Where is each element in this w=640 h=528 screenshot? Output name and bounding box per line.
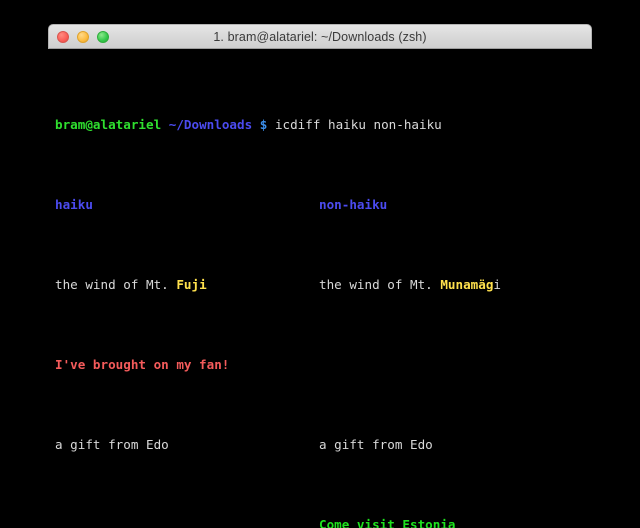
- command-prompt-line: bram@alatariel ~/Downloads $ icdiff haik…: [48, 117, 592, 133]
- close-button-icon[interactable]: [57, 30, 69, 43]
- minimize-button-icon[interactable]: [77, 30, 89, 43]
- diff-right-cell: a gift from Edo: [319, 437, 433, 453]
- prompt-user-host: bram@alatariel: [55, 117, 162, 132]
- diff-row: Come visit Estonia: [48, 517, 592, 528]
- zoom-button-icon[interactable]: [97, 30, 109, 43]
- terminal-content: bram@alatariel ~/Downloads $ icdiff haik…: [48, 53, 592, 528]
- diff-left-pre: the wind of Mt.: [55, 277, 177, 292]
- diff-right-cell: Come visit Estonia: [319, 517, 455, 528]
- diff-left-header: haiku: [55, 197, 93, 212]
- window-title: 1. bram@alatariel: ~/Downloads (zsh): [213, 29, 427, 44]
- diff-left-highlight: Fuji: [176, 277, 207, 292]
- window-controls: [49, 30, 109, 43]
- terminal-body[interactable]: bram@alatariel ~/Downloads $ icdiff haik…: [48, 49, 592, 528]
- diff-row: the wind of Mt. Fuji the wind of Mt. Muna…: [48, 277, 592, 293]
- diff-row: a gift from Edo a gift from Edo: [48, 437, 592, 453]
- prompt-path: ~/Downloads: [168, 117, 253, 132]
- prompt-space-1: [161, 117, 169, 132]
- diff-right-pre: Come visit Estonia: [319, 517, 456, 528]
- terminal-window: 1. bram@alatariel: ~/Downloads (zsh) bra…: [48, 24, 592, 528]
- prompt-space-3: [267, 117, 275, 132]
- diff-right-pre: a gift from Edo: [319, 437, 433, 452]
- command-text: icdiff haiku non-haiku: [274, 117, 442, 132]
- diff-right-pre: the wind of Mt.: [319, 277, 441, 292]
- window-titlebar[interactable]: 1. bram@alatariel: ~/Downloads (zsh): [48, 24, 592, 49]
- diff-left-pre: a gift from Edo: [55, 437, 169, 452]
- diff-right-cell: the wind of Mt. Munamägi: [319, 277, 501, 293]
- diff-left-pre: I've brought on my fan!: [55, 357, 230, 372]
- diff-row: I've brought on my fan!: [48, 357, 592, 373]
- prompt-space-2: [252, 117, 260, 132]
- diff-header-line: haiku non-haiku: [48, 197, 592, 213]
- diff-right-header-wrap: non-haiku: [319, 197, 387, 213]
- diff-right-post: i: [493, 277, 501, 292]
- diff-right-highlight: Munamäg: [440, 277, 494, 292]
- diff-right-header: non-haiku: [319, 197, 388, 212]
